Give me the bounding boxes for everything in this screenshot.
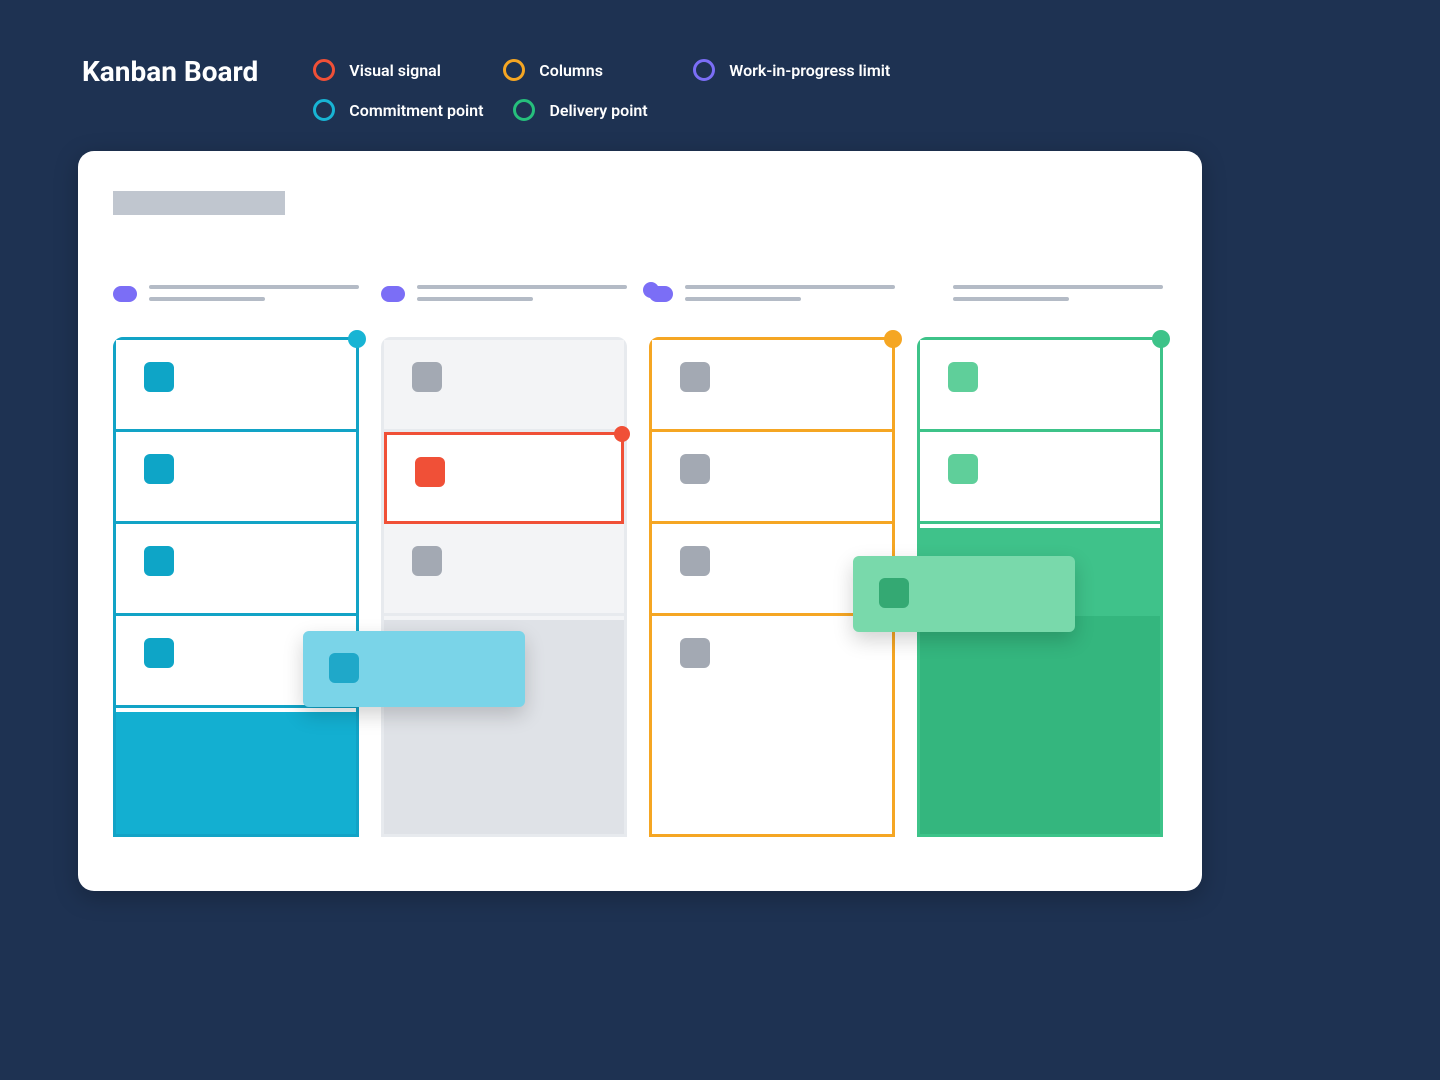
card-chip-icon xyxy=(144,546,174,576)
kanban-card[interactable] xyxy=(116,524,356,616)
kanban-card[interactable] xyxy=(384,524,624,616)
card-chip-icon xyxy=(680,362,710,392)
column-header xyxy=(381,285,627,315)
card-chip-icon xyxy=(680,546,710,576)
page-title: Kanban Board xyxy=(82,55,258,88)
column-stack[interactable] xyxy=(113,337,359,837)
card-chip-icon xyxy=(329,653,359,683)
legend-item-wip-limit: Work-in-progress limit xyxy=(693,59,933,81)
dot-icon xyxy=(313,59,335,81)
legend: Visual signal Columns Work-in-progress l… xyxy=(313,55,1033,121)
column-footer xyxy=(116,712,356,834)
kanban-column[interactable] xyxy=(113,285,359,837)
kanban-column[interactable] xyxy=(381,285,627,837)
legend-item-visual-signal: Visual signal xyxy=(313,59,473,81)
dragging-card[interactable] xyxy=(853,556,1075,632)
column-header xyxy=(113,285,359,315)
columns-marker xyxy=(884,330,902,348)
kanban-card[interactable] xyxy=(920,340,1160,432)
card-chip-icon xyxy=(144,454,174,484)
kanban-card[interactable] xyxy=(652,432,892,524)
legend-label: Delivery point xyxy=(549,101,647,120)
column-title-placeholder xyxy=(685,285,895,309)
card-chip-icon xyxy=(144,362,174,392)
card-chip-icon xyxy=(948,454,978,484)
legend-label: Commitment point xyxy=(349,101,483,120)
column-title-placeholder xyxy=(953,285,1163,309)
kanban-card[interactable] xyxy=(116,432,356,524)
board-title-placeholder xyxy=(113,191,285,215)
card-chip-icon xyxy=(680,638,710,668)
legend-label: Work-in-progress limit xyxy=(729,61,890,80)
column-footer xyxy=(920,616,1160,834)
kanban-card[interactable] xyxy=(652,340,892,432)
wip-badge xyxy=(113,286,137,302)
column-header xyxy=(917,285,1163,315)
kanban-board-panel xyxy=(78,151,1202,891)
dot-icon xyxy=(513,99,535,121)
commitment-point-marker xyxy=(348,330,366,348)
legend-label: Visual signal xyxy=(349,61,441,80)
wip-badge xyxy=(649,286,673,302)
dot-icon xyxy=(693,59,715,81)
column-title-placeholder xyxy=(417,285,627,309)
legend-item-commitment-point: Commitment point xyxy=(313,99,483,121)
dragging-card[interactable] xyxy=(303,631,525,707)
card-chip-icon xyxy=(879,578,909,608)
legend-item-columns: Columns xyxy=(503,59,663,81)
column-header xyxy=(649,285,895,315)
column-title-placeholder xyxy=(149,285,359,309)
dot-icon xyxy=(503,59,525,81)
delivery-point-marker xyxy=(1152,330,1170,348)
kanban-card[interactable] xyxy=(384,340,624,432)
kanban-card-visual-signal[interactable] xyxy=(384,432,624,524)
column-stack[interactable] xyxy=(381,337,627,837)
legend-label: Columns xyxy=(539,61,603,80)
legend-item-delivery-point: Delivery point xyxy=(513,99,673,121)
card-chip-icon xyxy=(412,546,442,576)
card-chip-icon xyxy=(144,638,174,668)
wip-limit-marker xyxy=(643,282,659,298)
kanban-card[interactable] xyxy=(920,432,1160,524)
card-chip-icon xyxy=(415,457,445,487)
card-chip-icon xyxy=(948,362,978,392)
dot-icon xyxy=(313,99,335,121)
card-chip-icon xyxy=(680,454,710,484)
card-chip-icon xyxy=(412,362,442,392)
wip-badge xyxy=(381,286,405,302)
kanban-card[interactable] xyxy=(116,340,356,432)
